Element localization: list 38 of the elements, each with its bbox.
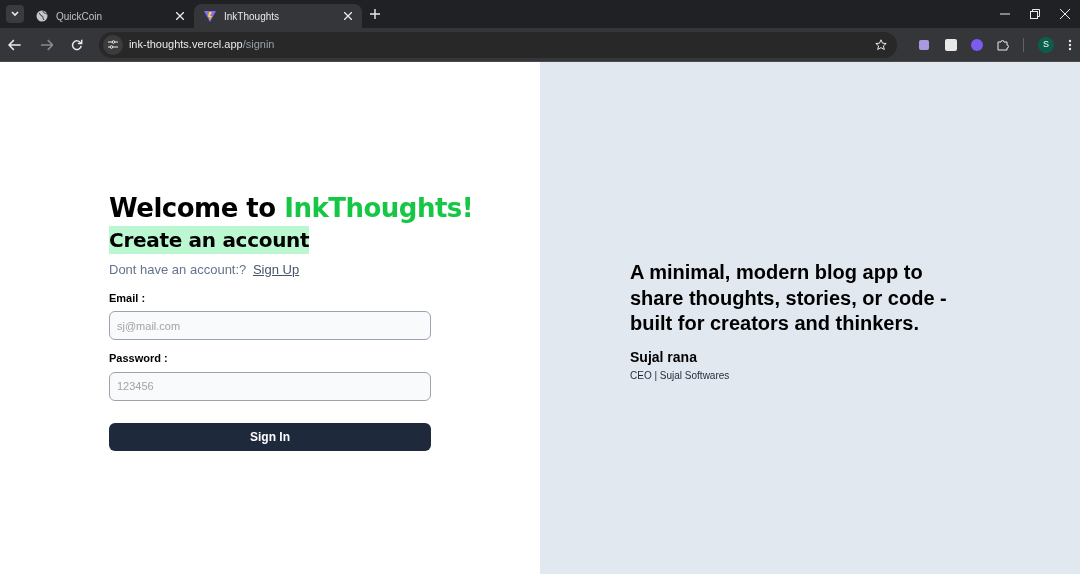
input-field[interactable]: 123456 — [109, 371, 431, 401]
author-role: CEO | Sujal Softwares — [630, 368, 731, 383]
author-name: Sujal rana — [630, 347, 698, 367]
site-info-button[interactable] — [102, 34, 123, 55]
puzzle-icon[interactable] — [997, 38, 1009, 51]
tab-list-button[interactable] — [6, 5, 24, 23]
subheading: Create an account — [109, 226, 310, 254]
logo-icon — [204, 10, 216, 22]
menu-icon[interactable] — [1068, 38, 1072, 51]
input-field[interactable]: sj@mail.com — [109, 311, 431, 340]
star-icon[interactable] — [875, 38, 887, 51]
reload-icon[interactable] — [71, 38, 83, 51]
field-label: Email : — [109, 290, 146, 306]
extension-icon[interactable] — [945, 38, 957, 51]
chevron-down-icon — [11, 11, 19, 17]
tab-title: InkThoughts — [224, 9, 281, 24]
restore-icon[interactable] — [1030, 9, 1040, 19]
address-bar[interactable]: ink-thoughts.vercel.app/signin — [98, 31, 897, 58]
globe-icon — [36, 10, 48, 22]
close-icon[interactable] — [176, 12, 184, 20]
plus-icon — [370, 9, 380, 19]
tune-icon — [107, 40, 118, 49]
profile-avatar[interactable]: S — [1038, 36, 1054, 53]
sign-up-link[interactable]: Sign Up — [252, 262, 300, 277]
close-icon[interactable] — [344, 12, 352, 20]
signup-prompt: Dont have an account:? Sign Up — [109, 261, 301, 279]
back-icon[interactable] — [8, 38, 22, 51]
tab-title: QuickCoin — [56, 9, 104, 24]
close-icon[interactable] — [1060, 9, 1070, 19]
welcome-heading: Welcome to InkThoughts! — [109, 192, 475, 224]
forward-icon[interactable] — [39, 38, 54, 51]
browser-tab[interactable]: QuickCoin — [26, 4, 194, 28]
url-text: ink-thoughts.vercel.app/signin — [128, 37, 275, 53]
field-label: Password : — [109, 351, 168, 366]
tagline: A minimal, modern blog app to share thoughts, stories, or code - built for creators and thinkers. — [630, 260, 948, 336]
extension-icon[interactable] — [919, 39, 929, 50]
sign-in-button[interactable]: Sign In — [109, 422, 431, 451]
browser-tab[interactable]: InkThoughts — [194, 4, 362, 28]
